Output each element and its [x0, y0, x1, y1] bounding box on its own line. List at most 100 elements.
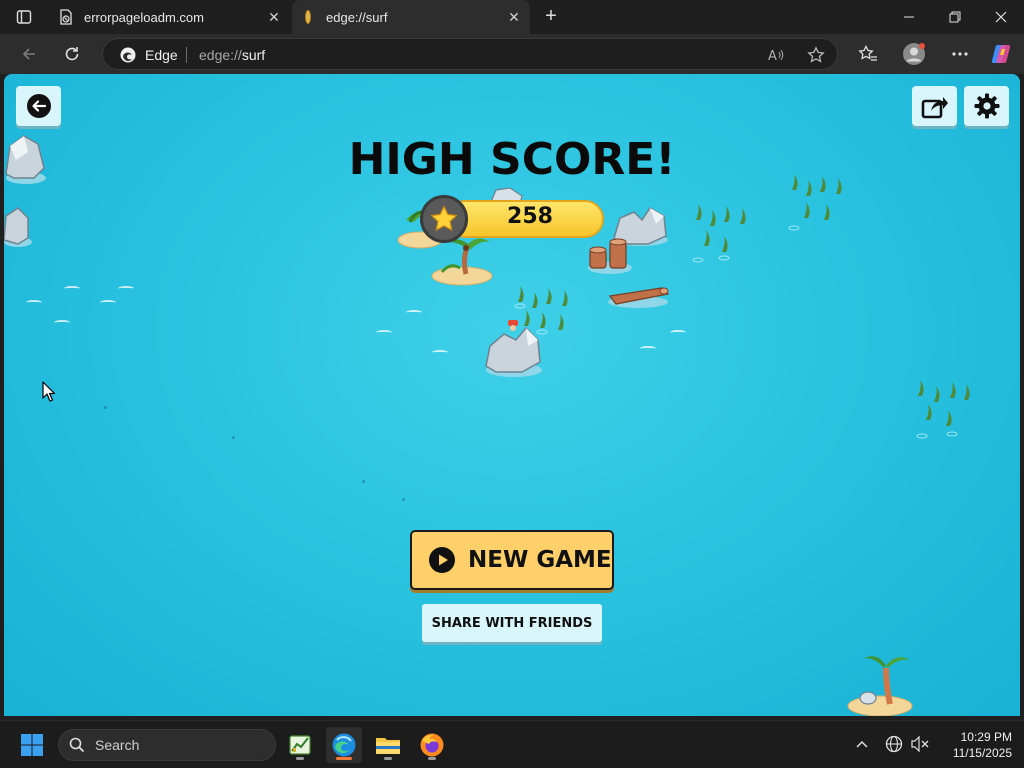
tab-actions-icon [16, 10, 32, 24]
water-wave [670, 330, 686, 335]
share-with-friends-button[interactable]: SHARE WITH FRIENDS [422, 604, 602, 642]
seaweed-cluster [788, 174, 842, 231]
url-text[interactable]: edge://surf [199, 47, 265, 63]
tab-title: errorpageloadm.com [84, 9, 204, 25]
mouse-cursor-icon [42, 381, 56, 402]
chart-app-icon [289, 735, 311, 755]
high-score-title: HIGH SCORE! [348, 134, 676, 185]
edge-label: Edge [145, 47, 178, 63]
refresh-button[interactable] [57, 39, 87, 69]
copilot-icon [991, 45, 1011, 63]
tab-actions-button[interactable] [8, 5, 40, 29]
share-icon [921, 97, 948, 119]
windows-taskbar: Search 10:29 PM 11/15/2025 [0, 720, 1024, 768]
settings-more-button[interactable] [945, 39, 975, 69]
play-icon [429, 547, 455, 573]
tab-title: edge://surf [326, 9, 388, 25]
close-tab-icon[interactable]: ✕ [266, 9, 282, 25]
screen: errorpageloadm.com ✕ edge://surf ✕ + Edg… [0, 0, 1024, 768]
new-tab-button[interactable]: + [538, 5, 564, 29]
water-wave [64, 286, 80, 291]
favorites-icon [858, 45, 877, 61]
back-arrow-circle-icon [26, 94, 51, 118]
taskbar-app-chart-tool[interactable] [282, 727, 318, 763]
seaweed-cluster [692, 204, 746, 263]
firefox-icon [420, 733, 444, 757]
favorites-button[interactable] [853, 39, 883, 69]
water-speck [402, 498, 405, 501]
profile-button[interactable] [899, 39, 929, 69]
browser-toolbar: Edge edge://surf A [0, 34, 1024, 74]
url-scheme: edge:// [199, 47, 242, 63]
water-wave [640, 346, 656, 351]
network-button[interactable] [884, 734, 904, 754]
palm-island [847, 656, 913, 716]
water-wave [54, 320, 70, 325]
svg-text:A: A [768, 49, 777, 63]
running-indicator [428, 757, 436, 760]
water-wave [406, 310, 422, 315]
water-speck [232, 436, 235, 439]
star-icon [430, 205, 458, 232]
chevron-up-icon [856, 740, 868, 748]
running-indicator [384, 757, 392, 760]
minimize-button[interactable] [886, 0, 932, 34]
water-speck [104, 406, 107, 409]
star-outline-icon [807, 46, 825, 63]
taskbar-app-file-explorer[interactable] [370, 727, 406, 763]
start-button[interactable] [14, 727, 50, 763]
star-badge [420, 195, 468, 243]
more-icon [952, 52, 968, 56]
windows-logo-icon [21, 734, 43, 756]
share-button[interactable] [912, 86, 957, 126]
restore-button[interactable] [932, 0, 978, 34]
read-aloud-button[interactable]: A [765, 45, 787, 65]
clock-time: 10:29 PM [960, 730, 1012, 744]
water-speck [362, 480, 365, 483]
system-clock[interactable]: 10:29 PM 11/15/2025 [940, 729, 1012, 761]
new-game-label: NEW GAME [468, 547, 612, 573]
close-tab-icon[interactable]: ✕ [506, 9, 522, 25]
rock-obstacle [4, 207, 32, 247]
taskbar-app-edge[interactable] [326, 727, 362, 763]
close-icon [995, 11, 1007, 23]
favorite-button[interactable] [805, 45, 827, 65]
folder-icon [376, 738, 400, 754]
running-indicator [296, 757, 304, 760]
edge-site-info[interactable]: Edge [119, 46, 178, 64]
floating-log [608, 287, 670, 308]
rock-obstacle [5, 135, 46, 184]
avatar-icon [903, 43, 925, 65]
water-wave [432, 350, 448, 355]
address-bar[interactable]: Edge edge://surf A [102, 38, 838, 70]
volume-muted-icon [911, 736, 929, 752]
back-button[interactable] [14, 39, 44, 69]
refresh-icon [65, 47, 79, 61]
surf-game-viewport[interactable]: HIGH SCORE! 258 NEW GAME SHARE WITH FRIE… [4, 74, 1020, 716]
score-value: 258 [507, 204, 553, 229]
taskbar-app-firefox[interactable] [414, 727, 450, 763]
clock-date: 11/15/2025 [952, 746, 1012, 760]
tab-surf[interactable]: edge://surf ✕ [292, 0, 530, 34]
search-icon [69, 737, 85, 753]
edge-icon [332, 733, 356, 757]
search-placeholder: Search [95, 737, 140, 753]
water-wave [26, 300, 42, 305]
close-window-button[interactable] [978, 0, 1024, 34]
copilot-button[interactable] [986, 39, 1016, 69]
show-hidden-icons-button[interactable] [852, 734, 872, 754]
tab-errorpageloadm[interactable]: errorpageloadm.com ✕ [52, 0, 290, 34]
settings-button[interactable] [964, 86, 1009, 126]
volume-button[interactable] [910, 734, 930, 754]
read-aloud-icon: A [768, 49, 784, 63]
url-host: surf [241, 47, 266, 63]
water-wave [376, 330, 392, 335]
gear-icon [974, 93, 999, 119]
seaweed-cluster [916, 380, 970, 439]
new-game-button[interactable]: NEW GAME [410, 530, 614, 590]
taskbar-search[interactable]: Search [58, 729, 276, 761]
tab-strip: errorpageloadm.com ✕ edge://surf ✕ + [0, 0, 1024, 34]
surf-icon [300, 9, 316, 25]
back-to-menu-button[interactable] [16, 86, 61, 126]
surfer-rock [485, 320, 542, 377]
